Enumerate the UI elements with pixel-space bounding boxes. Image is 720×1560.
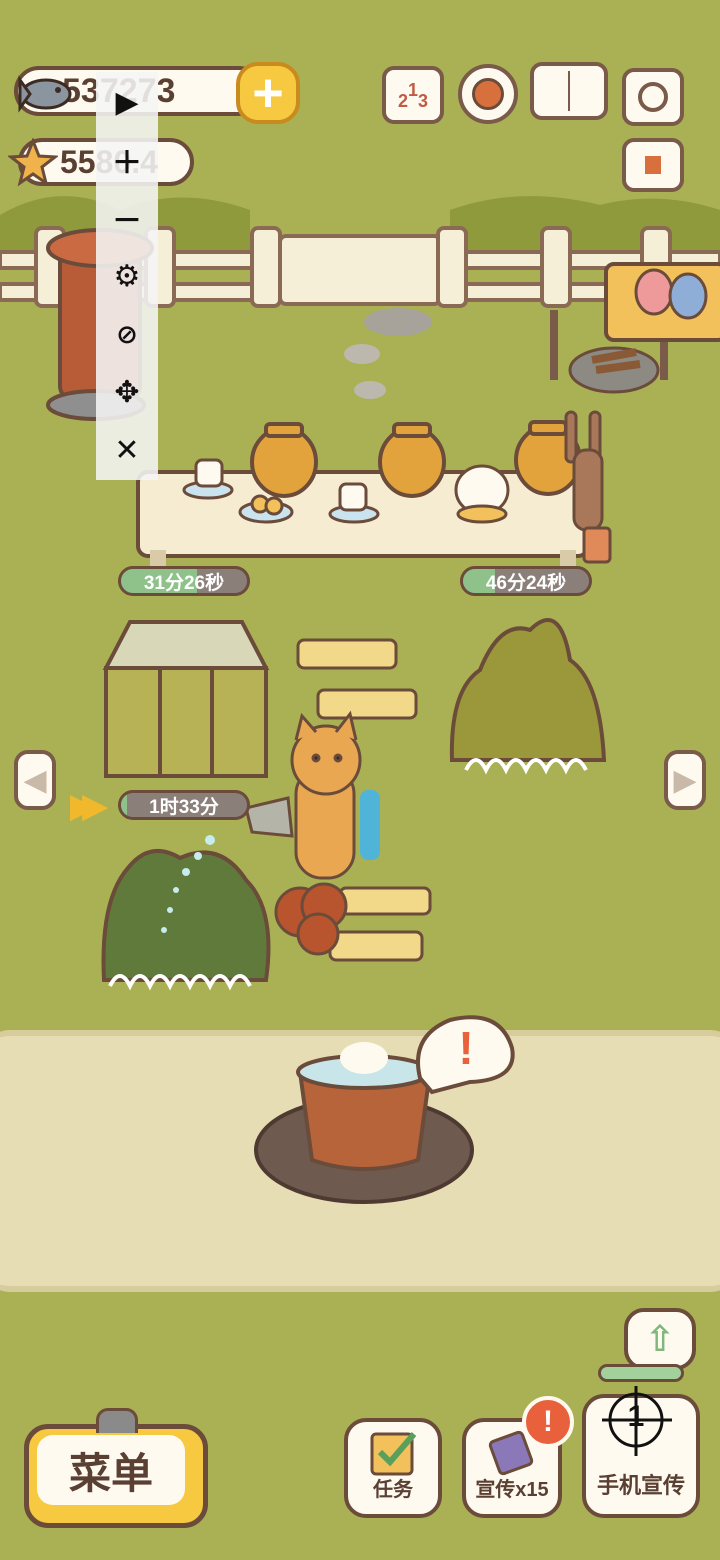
greenhouse: [102, 620, 270, 778]
phone-promo-label: 手机宣传: [596, 1473, 685, 1498]
podium-digit-1: 1: [407, 79, 418, 100]
progress-bar: [598, 1364, 684, 1382]
timer-table-right: 46分24秒: [460, 566, 592, 596]
book-icon[interactable]: [530, 62, 608, 120]
star-icon: [8, 138, 58, 187]
timer-table-left: 31分26秒: [118, 566, 250, 596]
close-icon[interactable]: ✕: [96, 422, 158, 478]
stone-firepit: [568, 346, 660, 394]
menu-label: 菜单: [37, 1435, 185, 1505]
scroll-right-button[interactable]: ▶: [664, 750, 706, 810]
phone-badge-count: 1: [627, 1400, 645, 1433]
timer-text: 1时33分: [149, 796, 219, 818]
hide-icon[interactable]: ⊘: [96, 306, 158, 362]
add-currency-button[interactable]: +: [236, 62, 300, 124]
move-icon[interactable]: ✥: [96, 364, 158, 420]
menu-button[interactable]: 菜单: [24, 1424, 208, 1528]
zoom-out-icon[interactable]: －: [96, 190, 158, 246]
clay-pots: [250, 420, 582, 498]
podium-digit-2: 2: [397, 90, 408, 111]
yarn-balls: [274, 882, 348, 956]
newspaper-icon[interactable]: [622, 138, 684, 192]
timer-text: 46分24秒: [485, 572, 567, 594]
play-icon[interactable]: ▶: [96, 74, 158, 130]
fish-icon: [18, 75, 72, 113]
upgrade-arrow-button[interactable]: ⇧: [624, 1308, 696, 1370]
alert-badge: !: [522, 1396, 574, 1448]
gear-icon[interactable]: [458, 64, 518, 124]
scroll-left-button[interactable]: ◀: [14, 750, 56, 810]
checklist-icon: [370, 1432, 417, 1476]
wheat-bush: [449, 618, 607, 775]
camera-icon[interactable]: [622, 68, 684, 126]
timer-greenhouse: 1时33分: [118, 790, 250, 820]
podium-digit-3: 3: [418, 90, 429, 111]
zoom-in-icon[interactable]: ＋: [96, 132, 158, 188]
podium-icon[interactable]: 2 1 3: [382, 66, 444, 124]
alert-exclamation[interactable]: !: [448, 1022, 484, 1074]
fast-forward-icon[interactable]: ▶▶: [70, 786, 108, 826]
timer-text: 31分26秒: [143, 572, 225, 594]
promo-label: 宣传x15: [475, 1479, 549, 1501]
overlay-toolbar: ▶ ＋ － ⚙ ⊘ ✥ ✕: [96, 72, 158, 480]
timer-fill: [121, 793, 128, 817]
gear-icon[interactable]: ⚙: [96, 248, 158, 304]
clipboard-clip-icon: [96, 1408, 138, 1433]
